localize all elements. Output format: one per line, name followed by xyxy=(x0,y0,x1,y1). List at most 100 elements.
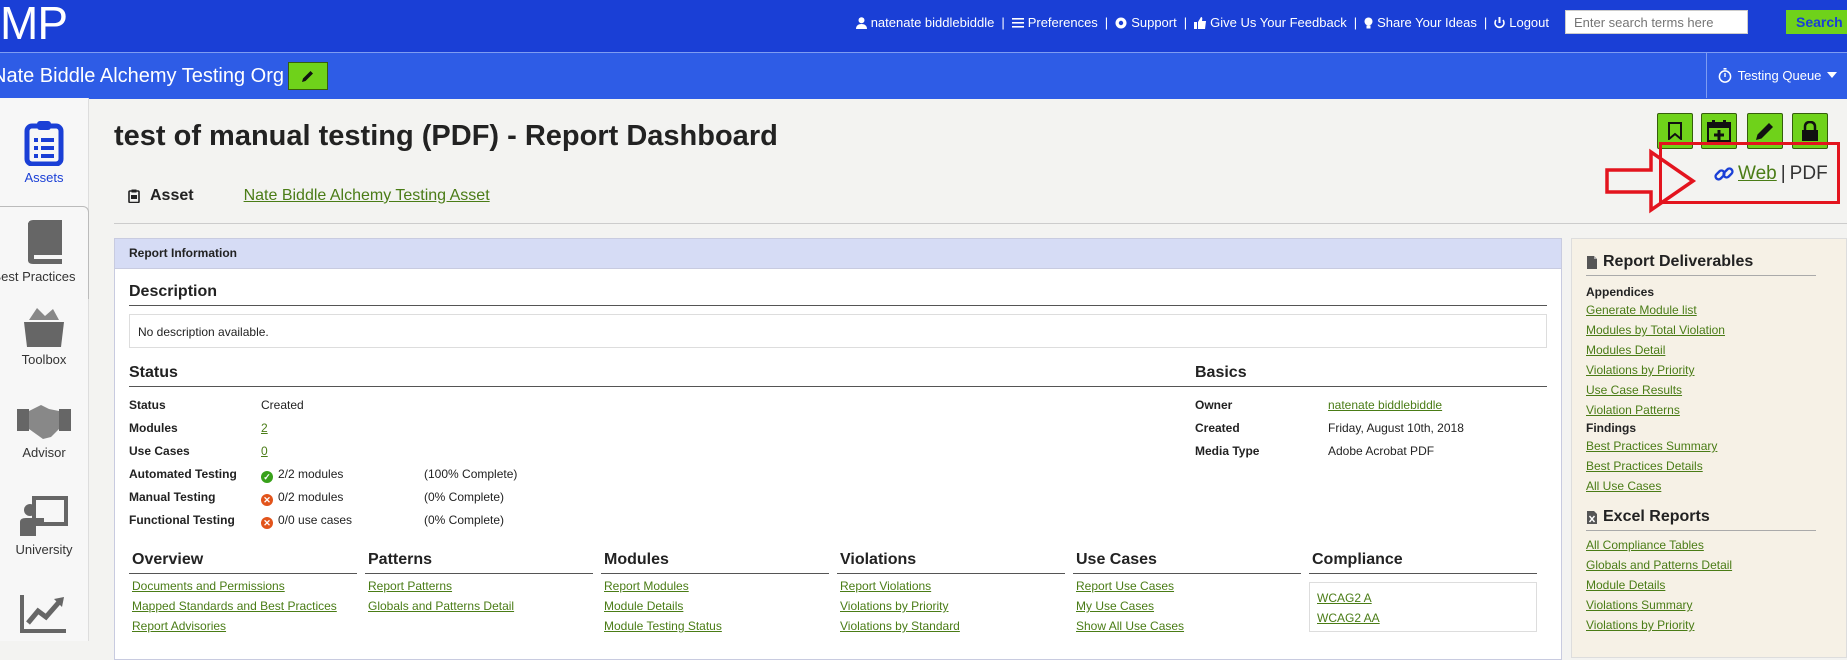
org-title: Nate Biddle Alchemy Testing Org xyxy=(0,65,285,87)
column-title: Violations xyxy=(837,551,1065,574)
user-icon xyxy=(855,16,867,29)
column-link[interactable]: Report Use Cases xyxy=(1076,579,1301,594)
ideas-link[interactable]: Share Your Ideas xyxy=(1364,15,1477,30)
column-link[interactable]: My Use Cases xyxy=(1076,599,1301,614)
column-link[interactable]: Mapped Standards and Best Practices xyxy=(132,599,357,614)
thumbs-up-icon xyxy=(1194,16,1207,29)
chart-line-icon xyxy=(20,595,66,633)
column-link[interactable]: Show All Use Cases xyxy=(1076,619,1301,634)
title-divider xyxy=(114,223,1847,224)
toolbox-icon xyxy=(24,308,64,347)
annotation-arrow-icon xyxy=(1605,148,1697,214)
search-button[interactable]: Search xyxy=(1786,10,1847,34)
column-link[interactable]: Violations by Priority xyxy=(840,599,1065,614)
nav-separator: | xyxy=(1353,15,1358,30)
user-name: natenate biddlebiddle xyxy=(870,15,995,30)
file-pdf-icon xyxy=(1587,255,1597,269)
report-deliverables-title: Report Deliverables xyxy=(1586,253,1816,276)
column-link[interactable]: Report Modules xyxy=(604,579,829,594)
teacher-icon xyxy=(20,496,68,536)
excel-link[interactable]: All Compliance Tables xyxy=(1586,535,1846,555)
testing-queue-dropdown[interactable]: Testing Queue xyxy=(1706,52,1847,98)
column-link[interactable]: Report Violations xyxy=(840,579,1065,594)
excel-link[interactable]: Module Details xyxy=(1586,575,1846,595)
manual-testing-key: Manual Testing xyxy=(129,490,216,504)
calendar-plus-icon xyxy=(1707,120,1731,142)
deliverable-link[interactable]: Best Practices Details xyxy=(1586,456,1846,476)
lifebuoy-icon xyxy=(1115,17,1127,28)
status-value: Created xyxy=(261,398,304,412)
feedback-link[interactable]: Give Us Your Feedback xyxy=(1194,15,1347,30)
deliverable-link[interactable]: Violation Patterns xyxy=(1586,400,1846,420)
sidebar-item-best-practices[interactable]: Best Practices xyxy=(0,206,89,299)
deliverable-link[interactable]: Use Case Results xyxy=(1586,380,1846,400)
owner-link[interactable]: natenate biddlebiddle xyxy=(1328,398,1442,412)
basics-title: Basics xyxy=(1195,364,1547,387)
modules-count-link[interactable]: 2 xyxy=(261,421,268,435)
bookmark-icon xyxy=(1668,122,1682,140)
violations-column: Violations Report Violations Violations … xyxy=(837,551,1065,634)
clipboard-icon xyxy=(24,121,64,166)
appendices-label: Appendices xyxy=(1586,285,1655,299)
column-link[interactable]: Module Details xyxy=(604,599,829,614)
nav-separator: | xyxy=(1183,15,1188,30)
lightbulb-icon xyxy=(1364,17,1373,28)
deliverable-link[interactable]: All Use Cases xyxy=(1586,476,1846,496)
compliance-column: Compliance xyxy=(1309,551,1537,574)
column-link[interactable]: Report Patterns xyxy=(368,579,593,594)
column-title: Compliance xyxy=(1309,551,1537,574)
app-logo[interactable]: MP xyxy=(0,0,68,50)
check-circle-icon: ✓ xyxy=(261,471,273,483)
deliverable-link[interactable]: Violations by Priority xyxy=(1586,360,1846,380)
column-link[interactable]: Globals and Patterns Detail xyxy=(368,599,593,614)
functional-testing-value: ✕ 0/0 use cases xyxy=(261,513,352,529)
deliverable-link[interactable]: Modules Detail xyxy=(1586,340,1846,360)
x-circle-icon: ✕ xyxy=(261,517,273,529)
x-circle-icon: ✕ xyxy=(261,494,273,506)
handshake-icon xyxy=(17,405,71,439)
status-key: Status xyxy=(129,398,166,412)
asset-row: Asset Nate Biddle Alchemy Testing Asset xyxy=(128,187,490,205)
panel-header: Report Information xyxy=(115,239,1561,269)
column-link[interactable]: WCAG2 A xyxy=(1317,591,1536,606)
column-link[interactable]: Report Advisories xyxy=(132,619,357,634)
use-cases-column: Use Cases Report Use Cases My Use Cases … xyxy=(1073,551,1301,634)
search-input[interactable] xyxy=(1565,10,1748,34)
deliverable-link[interactable]: Generate Module list xyxy=(1586,300,1846,320)
report-deliverables-panel: Report Deliverables Appendices Generate … xyxy=(1571,238,1847,658)
nav-separator: | xyxy=(1483,15,1488,30)
preferences-link[interactable]: Preferences xyxy=(1011,15,1098,30)
manual-testing-count: 0/2 modules xyxy=(278,490,344,504)
functional-testing-key: Functional Testing xyxy=(129,513,235,527)
sidebar-item-toolbox[interactable]: Toolbox xyxy=(0,306,88,367)
excel-link[interactable]: Globals and Patterns Detail xyxy=(1586,555,1846,575)
sidebar-item-advisor[interactable]: Advisor xyxy=(0,401,88,460)
column-link[interactable]: Documents and Permissions xyxy=(132,579,357,594)
overview-column: Overview Documents and Permissions Mappe… xyxy=(129,551,357,634)
ideas-label: Share Your Ideas xyxy=(1377,15,1477,30)
sidebar-item-assets[interactable]: Assets xyxy=(0,120,88,185)
excel-link[interactable]: Violations by Priority xyxy=(1586,615,1846,635)
column-link[interactable]: WCAG2 AA xyxy=(1317,611,1536,626)
org-edit-button[interactable] xyxy=(288,62,328,90)
support-link[interactable]: Support xyxy=(1115,15,1177,30)
book-icon xyxy=(28,220,62,264)
asset-link[interactable]: Nate Biddle Alchemy Testing Asset xyxy=(244,187,490,205)
automated-testing-percent: (100% Complete) xyxy=(424,467,518,481)
deliverable-link[interactable]: Modules by Total Violation xyxy=(1586,320,1846,340)
lock-icon xyxy=(1802,121,1818,141)
sidebar-item-analytics[interactable] xyxy=(0,593,88,637)
excel-reports-label: Excel Reports xyxy=(1603,508,1710,525)
column-link[interactable]: Violations by Standard xyxy=(840,619,1065,634)
sidebar-item-label: Assets xyxy=(24,170,64,185)
user-menu[interactable]: natenate biddlebiddle xyxy=(855,15,995,30)
sidebar-item-university[interactable]: University xyxy=(0,496,88,557)
excel-link[interactable]: Violations Summary xyxy=(1586,595,1846,615)
stopwatch-icon xyxy=(1718,67,1731,83)
use-cases-count-link[interactable]: 0 xyxy=(261,444,268,458)
page-title: test of manual testing (PDF) - Report Da… xyxy=(114,120,778,152)
pencil-icon xyxy=(1756,123,1773,140)
logout-link[interactable]: Logout xyxy=(1494,15,1549,30)
column-link[interactable]: Module Testing Status xyxy=(604,619,829,634)
deliverable-link[interactable]: Best Practices Summary xyxy=(1586,436,1846,456)
